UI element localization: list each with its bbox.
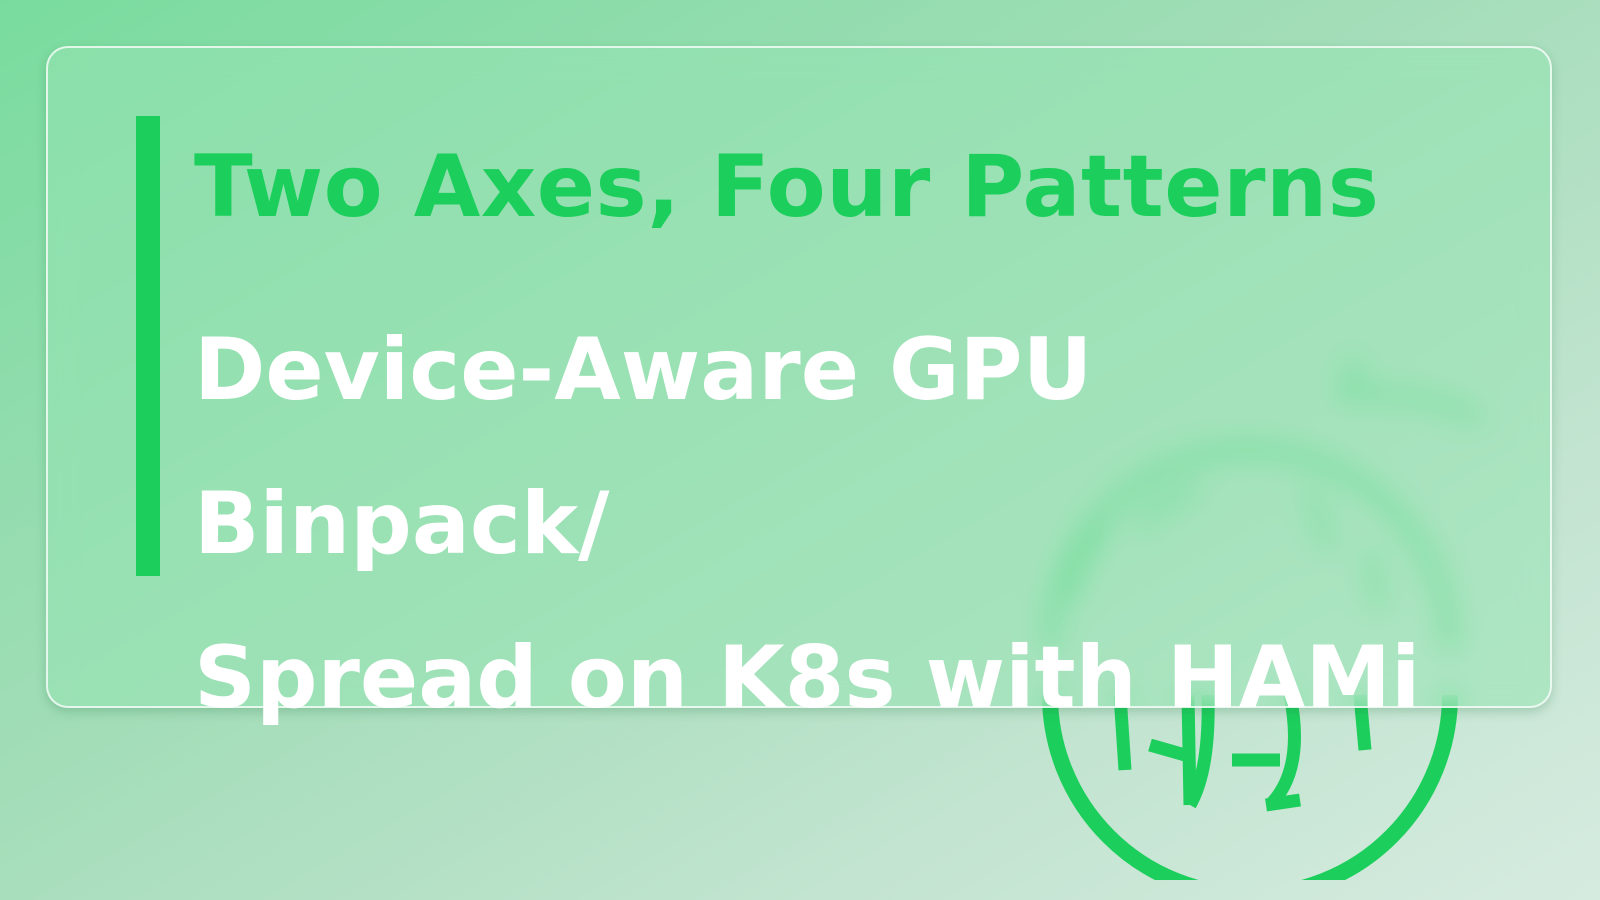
title-card: Two Axes, Four Patterns Device-Aware GPU… bbox=[46, 46, 1552, 728]
logo-stroke bbox=[1265, 793, 1301, 812]
page-title: Device-Aware GPU Binpack/ Spread on K8s … bbox=[194, 320, 1421, 728]
accent-bar bbox=[136, 116, 160, 576]
kicker-heading: Two Axes, Four Patterns bbox=[194, 137, 1380, 237]
